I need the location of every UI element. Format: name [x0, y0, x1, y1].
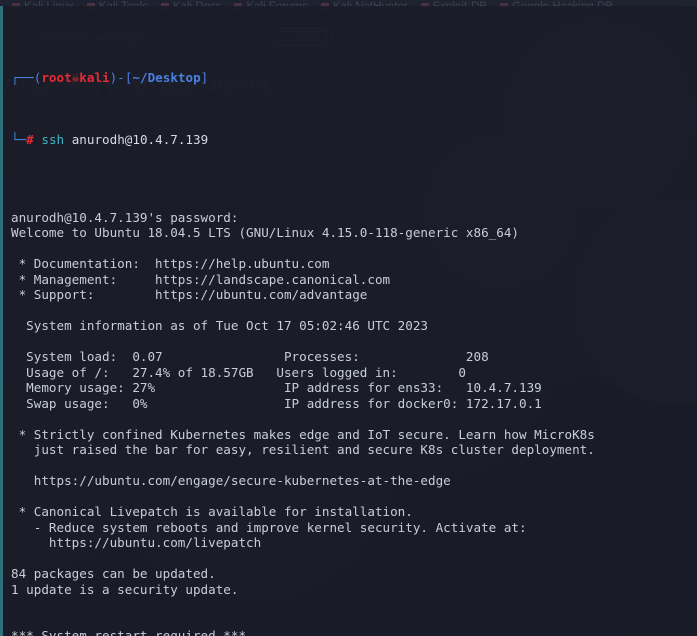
terminal-output[interactable]: ┌──(root☠kali)-[~/Desktop] └─# ssh anuro… — [3, 6, 697, 636]
terminal-line: anurodh@10.4.7.139's password: — [11, 209, 239, 225]
terminal-line: Welcome to Ubuntu 18.04.5 LTS (GNU/Linux… — [11, 225, 519, 240]
terminal-line: * Strictly confined Kubernetes makes edg… — [11, 426, 595, 442]
terminal-line: System load: 0.07 Processes: 208 — [11, 349, 489, 364]
prompt-frame-top: ┌── — [11, 70, 34, 85]
prompt-sigil: # — [26, 132, 34, 147]
command-name: ssh — [41, 132, 65, 147]
screen: Kali Linux Kali Tools Kali Docs Kali For… — [0, 0, 697, 636]
terminal-line: * Support: https://ubuntu.com/advantage — [11, 287, 368, 302]
prompt-user: root — [41, 70, 72, 85]
terminal-line: Memory usage: 27% IP address for ens33: … — [11, 380, 542, 395]
terminal-line: System information as of Tue Oct 17 05:0… — [11, 318, 429, 333]
terminal-line: 84 packages can be updated. — [11, 566, 216, 581]
terminal-line: *** System restart required *** — [11, 628, 247, 636]
terminal-line: https://ubuntu.com/engage/secure-kuberne… — [11, 473, 451, 488]
prompt-close-bracket: ] — [200, 70, 209, 85]
terminal-line: Swap usage: 0% IP address for docker0: 1… — [11, 395, 542, 411]
terminal-line: - Reduce system reboots and improve kern… — [11, 519, 527, 535]
prompt-host: kali — [79, 70, 110, 85]
terminal-line: * Documentation: https://help.ubuntu.com — [11, 256, 330, 271]
prompt-dash: - — [117, 70, 125, 85]
prompt-path: ~/Desktop — [132, 70, 201, 85]
terminal-line: Usage of /: 27.4% of 18.57GB Users logge… — [11, 364, 466, 380]
ssh-output-block: anurodh@10.4.7.139's password: Welcome to… — [11, 210, 697, 636]
terminal-line: * Management: https://landscape.canonica… — [11, 271, 391, 287]
terminal-line: * Canonical Livepatch is available for i… — [11, 504, 413, 519]
kali-prompt-line-2: └─# ssh anurodh@10.4.7.139 — [11, 132, 697, 148]
prompt-frame-bottom: └─ — [11, 132, 27, 147]
kali-prompt-line-1: ┌──(root☠kali)-[~/Desktop] — [11, 70, 697, 86]
terminal-window[interactable]: ┌──(root☠kali)-[~/Desktop] └─# ssh anuro… — [0, 6, 697, 636]
terminal-line: just raised the bar for easy, resilient … — [11, 442, 595, 457]
command-args: anurodh@10.4.7.139 — [71, 132, 209, 147]
terminal-line: https://ubuntu.com/livepatch — [11, 535, 262, 550]
terminal-line: 1 update is a security update. — [11, 581, 239, 597]
